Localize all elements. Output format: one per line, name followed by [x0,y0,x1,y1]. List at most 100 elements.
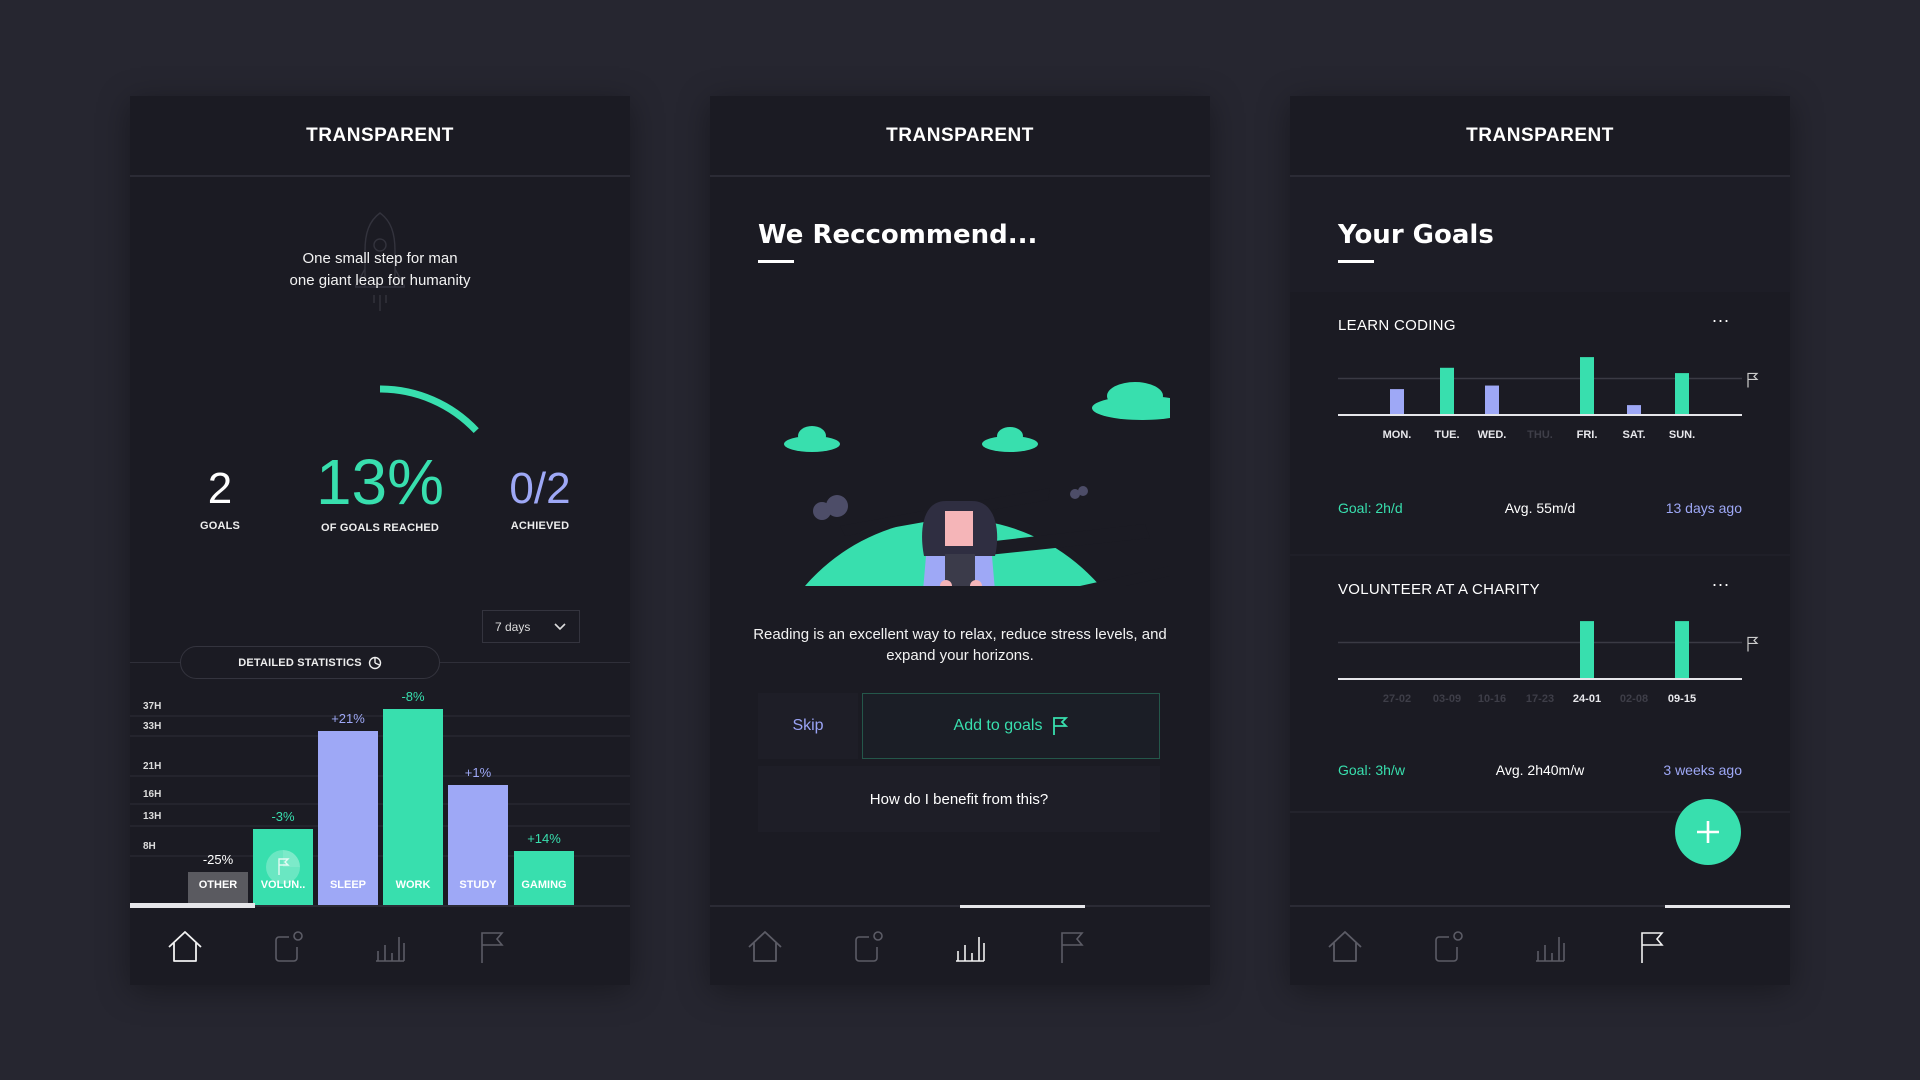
goal-chart: MON. TUE. WED. THU. FRI. SAT. SUN. [1338,357,1759,441]
bar-change-label: -3% [271,808,295,824]
goal-card-learn-coding[interactable]: LEARN CODING ... MON. TUE. WED. THU. FRI. SAT… [1290,292,1790,554]
app-title: TRANSPARENT [1466,124,1614,146]
bar-study[interactable]: STUDY [448,785,508,905]
bar-tue [1440,367,1454,414]
chevron-down-icon [554,623,566,631]
stat-reached-label: OF GOALS REACHED [320,522,440,534]
flag-icon [1053,717,1069,735]
bar-mon [1390,389,1404,414]
bar-wed [1485,385,1499,414]
bar-chart-icon[interactable] [370,927,410,967]
benefit-label: How do I benefit from this? [869,790,1049,808]
app-title: TRANSPARENT [306,124,454,146]
add-goal-button[interactable] [1675,799,1741,865]
goal-card-volunteer[interactable]: VOLUNTEER AT A CHARITY ... 27-02 03-09 10-… [1290,556,1790,819]
detailed-statistics-label: DETAILED STATISTICS [238,656,362,669]
bar-gaming[interactable]: GAMING [514,850,574,905]
bar-change-label: -25% [202,852,234,868]
x-tick-label: SAT. [1622,429,1645,441]
nav-active-indicator [960,905,1085,908]
x-tick-label: THU. [1527,429,1553,441]
bar-chart-icon[interactable] [950,927,990,967]
bar-sleep[interactable]: SLEEP [318,731,378,905]
nav-active-indicator [1665,905,1790,908]
y-tick-label: 37H [143,701,162,712]
stat-goals-label: GOALS [199,520,241,532]
bar-change-label: +14% [527,830,561,846]
y-tick-label: 21H [143,761,162,772]
x-tick-label: 24-01 [1573,693,1601,705]
bottom-nav [130,905,630,985]
app-header: TRANSPARENT [710,96,1210,177]
stat-achieved-label: ACHIEVED [510,520,570,532]
reading-illustration [784,382,1170,586]
page-title: We Reccommend... [758,220,1038,250]
flag-icon[interactable] [472,927,512,967]
quote-line-2: one giant leap for humanity [289,272,471,289]
goal-title: VOLUNTEER AT A CHARITY [1338,581,1540,598]
title-underline [758,260,794,263]
recommendation-description: Reading is an excellent way to relax, re… [753,626,1167,664]
bar-label: OTHER [198,878,238,891]
bar-work[interactable]: WORK [383,709,443,905]
notification-square-icon[interactable] [847,927,887,967]
period-select-value: 7 days [495,619,531,634]
bar-label: SLEEP [329,878,367,891]
bar-fri [1580,357,1594,414]
stat-achieved: 0/2 ACHIEVED [485,464,595,532]
x-tick-label: 09-15 [1668,693,1696,705]
goal-chart: 27-02 03-09 10-16 17-23 24-01 02-08 09-15 [1338,621,1759,705]
goal-flag-icon [1747,636,1759,652]
app-header: TRANSPARENT [130,96,630,177]
add-to-goals-button[interactable]: Add to goals [862,693,1160,759]
pie-chart-icon [368,656,381,669]
home-icon[interactable] [165,927,205,967]
benefit-info-button[interactable]: How do I benefit from this? [758,766,1160,832]
bar-other[interactable]: OTHER [188,872,248,905]
bar-sat [1627,405,1641,414]
bar-2401 [1580,621,1594,678]
x-tick-label: 02-08 [1620,693,1648,705]
goals-screen: TRANSPARENT Your Goals LEARN CODING ... … [1290,96,1790,985]
y-tick-label: 33H [143,721,162,732]
y-tick-label: 16H [143,789,162,800]
x-tick-label: WED. [1478,429,1507,441]
gridline [130,803,630,805]
x-tick-label: MON. [1383,429,1412,441]
bar-change-label: +1% [464,765,492,781]
goal-flag-badge-icon [266,849,300,884]
x-tick-label: FRI. [1577,429,1598,441]
home-icon[interactable] [745,927,785,967]
notification-square-icon[interactable] [267,927,307,967]
x-tick-label: 10-16 [1478,693,1506,705]
bar-label: GAMING [521,878,567,891]
bar-volun[interactable]: VOLUN.. [253,828,313,905]
y-tick-label: 8H [143,841,156,852]
goal-created: 3 weeks ago [1663,762,1742,778]
x-tick-label: TUE. [1434,429,1459,441]
home-screen: TRANSPARENT One small step for man one g… [130,96,630,985]
goal-flag-icon [1747,372,1759,388]
x-tick-label: SUN. [1669,429,1695,441]
flag-icon[interactable] [1632,927,1672,967]
bottom-nav [710,905,1210,985]
stat-goals: 2 GOALS [170,464,270,532]
more-options-button[interactable]: ... [1712,306,1730,327]
skip-button[interactable]: Skip [758,693,858,759]
stat-goals-reached: 13% OF GOALS REACHED [285,448,475,534]
goal-title: LEARN CODING [1338,317,1456,334]
detailed-statistics-button[interactable]: DETAILED STATISTICS [180,646,440,679]
skip-label: Skip [792,717,824,734]
y-tick-label: 13H [143,811,162,822]
flag-icon[interactable] [1052,927,1092,967]
period-select[interactable]: 7 days [482,610,580,643]
gridline [130,735,630,737]
x-tick-label: 27-02 [1383,693,1411,705]
recommend-screen: TRANSPARENT We Reccommend... Reading is … [710,96,1210,985]
notification-square-icon[interactable] [1427,927,1467,967]
home-icon[interactable] [1325,927,1365,967]
bar-sun [1675,373,1689,414]
bar-chart-icon[interactable] [1530,927,1570,967]
more-options-button[interactable]: ... [1712,570,1730,591]
quote-line-1: One small step for man [302,250,458,267]
